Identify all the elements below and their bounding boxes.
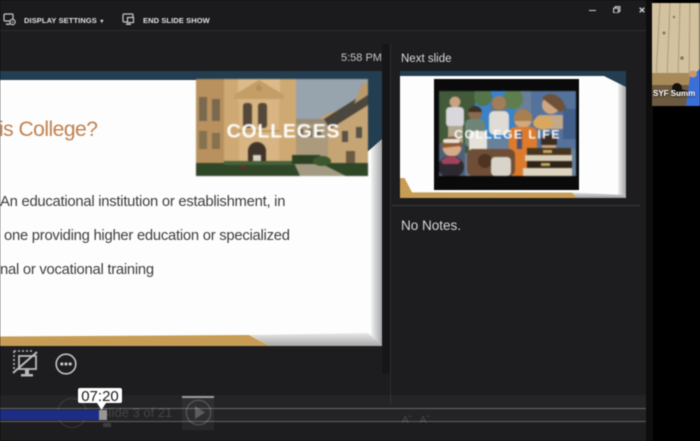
svg-text:COLLEGE LIFE: COLLEGE LIFE	[454, 128, 561, 142]
svg-text:COLLEGES: COLLEGES	[227, 121, 341, 143]
